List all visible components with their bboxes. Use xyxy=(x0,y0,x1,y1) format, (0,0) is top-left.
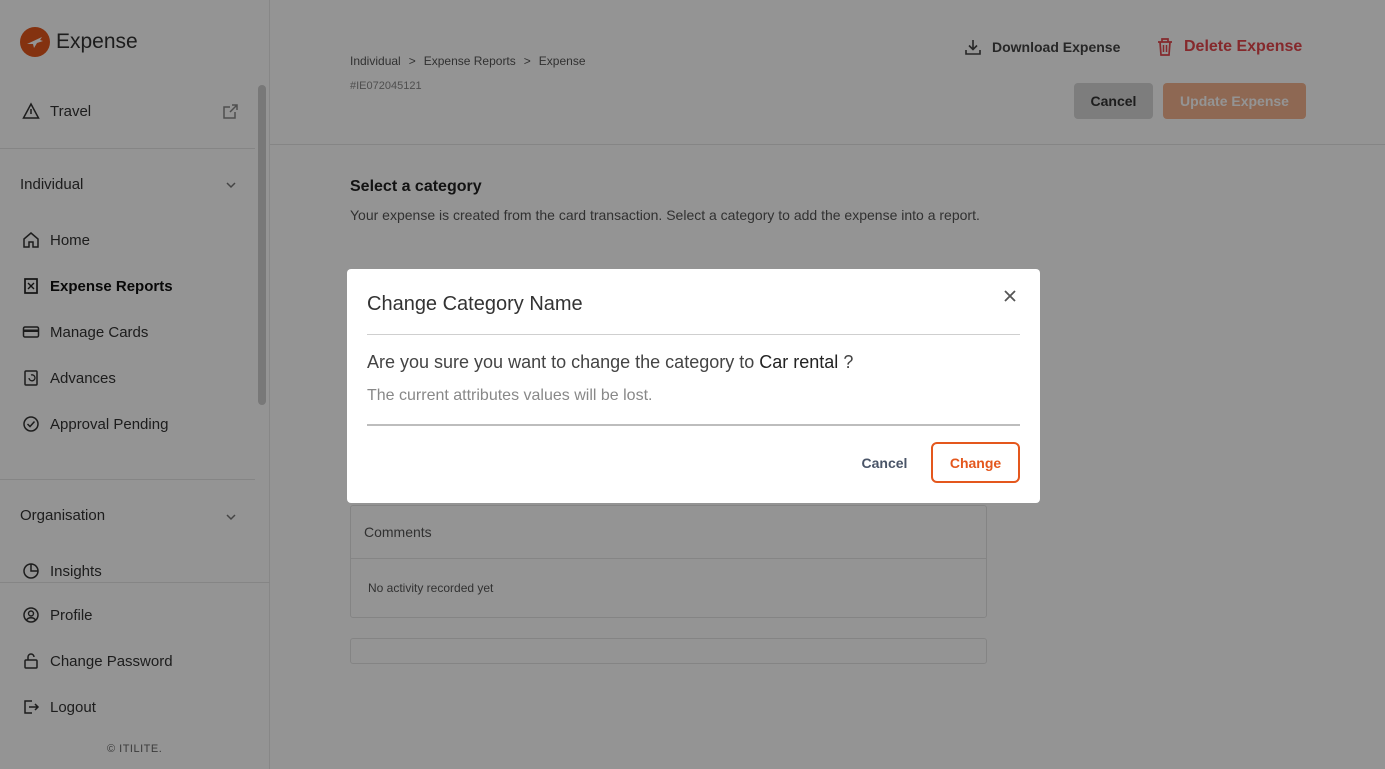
modal-title: Change Category Name xyxy=(367,293,583,315)
question-prefix: Are you sure you want to change the cate… xyxy=(367,352,755,372)
modal-subtext: The current attributes values will be lo… xyxy=(367,387,653,404)
question-suffix: ? xyxy=(843,352,854,372)
divider xyxy=(367,424,1020,426)
modal-cancel-button[interactable]: Cancel xyxy=(847,446,922,480)
modal-question: Are you sure you want to change the cate… xyxy=(367,352,853,373)
change-category-modal: Change Category Name Are you sure you wa… xyxy=(347,269,1040,503)
category-name: Car rental xyxy=(759,352,839,372)
modal-change-button[interactable]: Change xyxy=(931,442,1020,483)
close-icon[interactable] xyxy=(999,285,1021,307)
divider xyxy=(367,334,1020,335)
